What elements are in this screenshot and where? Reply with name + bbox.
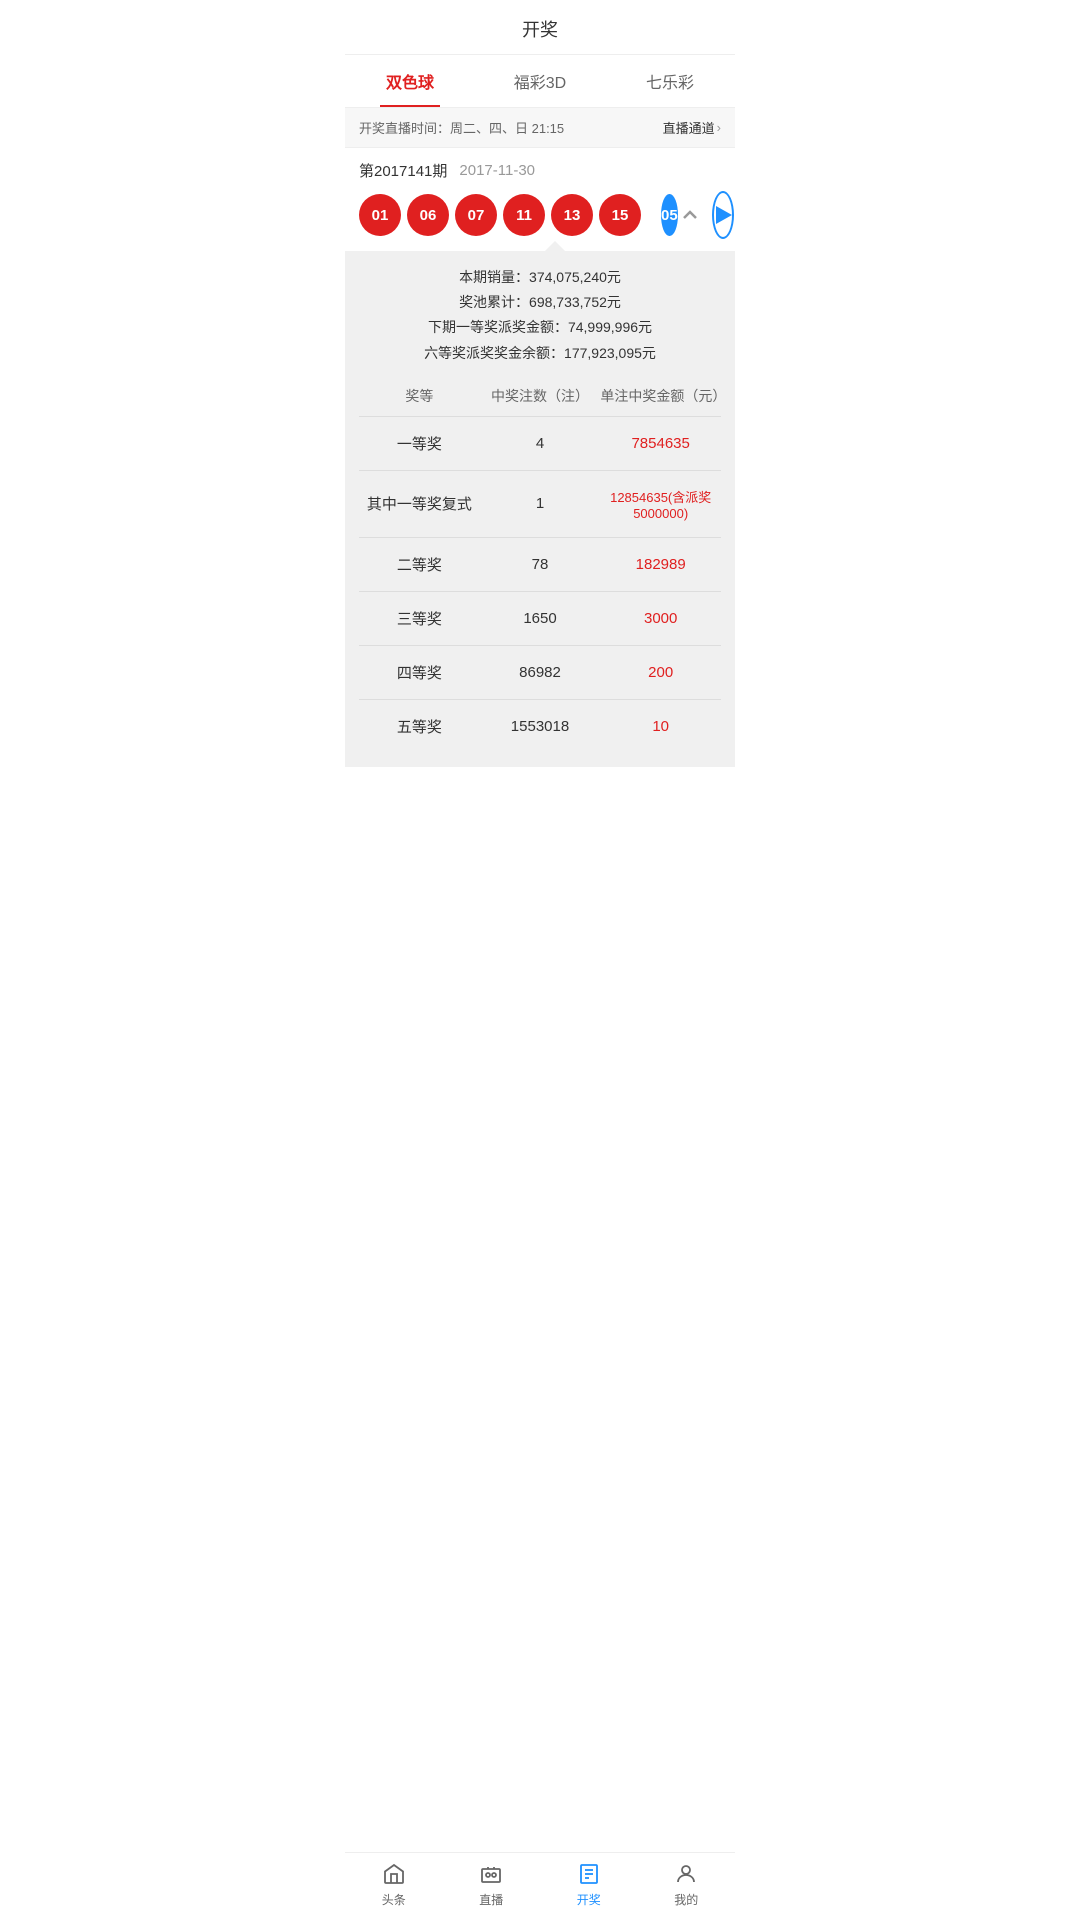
red-ball-5: 13 <box>551 194 593 236</box>
tab-bar: 双色球 福彩3D 七乐彩 <box>345 55 735 108</box>
tab-qilecai[interactable]: 七乐彩 <box>605 55 735 107</box>
prize-name-3: 三等奖 <box>359 608 480 629</box>
page-header: 开奖 <box>345 0 735 55</box>
prize-name-1: 一等奖 <box>359 433 480 454</box>
col-header-amount: 单注中奖金额（元） <box>600 386 721 406</box>
blue-ball: 05 <box>661 194 678 236</box>
prize-row-1: 一等奖 4 7854635 <box>359 417 721 471</box>
red-ball-3: 07 <box>455 194 497 236</box>
prize-count-1: 4 <box>480 435 601 452</box>
nav-label-headlines: 头条 <box>382 1891 406 1908</box>
col-header-prize: 奖等 <box>359 386 480 406</box>
period-label: 第2017141期 <box>359 160 447 181</box>
prize-name-5: 五等奖 <box>359 716 480 737</box>
numbers-row: 01 06 07 11 13 15 05 <box>359 191 721 251</box>
prize-amount-5: 10 <box>600 718 721 735</box>
prize-amount-2: 182989 <box>600 556 721 573</box>
live-channel-arrow-icon: › <box>717 120 721 135</box>
prize-count-2: 78 <box>480 556 601 573</box>
prize-table: 奖等 中奖注数（注） 单注中奖金额（元） 一等奖 4 7854635 其中一等奖… <box>359 376 721 753</box>
prize-name-4: 四等奖 <box>359 662 480 683</box>
period-row: 第2017141期 2017-11-30 <box>359 160 721 181</box>
tab-shuangseqiu[interactable]: 双色球 <box>345 55 475 107</box>
details-panel: 本期销量：374,075,240元 奖池累计：698,733,752元 下期一等… <box>345 251 735 767</box>
red-ball-2: 06 <box>407 194 449 236</box>
sales-line4: 六等奖派奖奖金余额：177,923,095元 <box>359 341 721 366</box>
prize-row-complex: 其中一等奖复式 1 12854635(含派奖5000000) <box>359 471 721 538</box>
col-header-count: 中奖注数（注） <box>480 386 601 406</box>
prize-count-4: 86982 <box>480 664 601 681</box>
bottom-navigation: 头条 直播 开奖 <box>345 1852 735 1920</box>
prize-amount-complex: 12854635(含派奖5000000) <box>600 487 721 521</box>
nav-label-mine: 我的 <box>674 1891 698 1908</box>
live-channel-button[interactable]: 直播通道 › <box>663 118 721 137</box>
nav-item-headlines[interactable]: 头条 <box>345 1861 443 1908</box>
live-bar: 开奖直播时间：周二、四、日 21:15 直播通道 › <box>345 108 735 148</box>
page-title: 开奖 <box>522 20 558 40</box>
red-balls-group: 01 06 07 11 13 15 <box>359 194 641 236</box>
prize-row-2: 二等奖 78 182989 <box>359 538 721 592</box>
prize-count-5: 1553018 <box>480 718 601 735</box>
nav-item-lottery[interactable]: 开奖 <box>540 1861 638 1908</box>
nav-item-mine[interactable]: 我的 <box>638 1861 736 1908</box>
nav-label-lottery: 开奖 <box>577 1891 601 1908</box>
prize-row-3: 三等奖 1650 3000 <box>359 592 721 646</box>
red-ball-6: 15 <box>599 194 641 236</box>
sales-line2: 奖池累计：698,733,752元 <box>359 290 721 315</box>
collapse-button[interactable] <box>678 199 702 231</box>
prize-row-4: 四等奖 86982 200 <box>359 646 721 700</box>
lottery-icon <box>576 1861 602 1887</box>
prize-amount-1: 7854635 <box>600 435 721 452</box>
prize-amount-4: 200 <box>600 664 721 681</box>
nav-item-live[interactable]: 直播 <box>443 1861 541 1908</box>
live-time: 开奖直播时间：周二、四、日 21:15 <box>359 118 564 137</box>
draw-section: 第2017141期 2017-11-30 01 06 07 11 13 15 0… <box>345 148 735 251</box>
nav-label-live: 直播 <box>479 1891 503 1908</box>
sales-line1: 本期销量：374,075,240元 <box>359 265 721 290</box>
prize-name-2: 二等奖 <box>359 554 480 575</box>
prize-count-complex: 1 <box>480 495 601 512</box>
prize-row-5: 五等奖 1553018 10 <box>359 700 721 753</box>
video-play-icon <box>716 206 732 224</box>
live-broadcast-icon <box>478 1861 504 1887</box>
red-ball-4: 11 <box>503 194 545 236</box>
prize-name-complex: 其中一等奖复式 <box>359 493 480 514</box>
prize-amount-3: 3000 <box>600 610 721 627</box>
home-icon <box>381 1861 407 1887</box>
sales-info: 本期销量：374,075,240元 奖池累计：698,733,752元 下期一等… <box>359 265 721 366</box>
period-date: 2017-11-30 <box>459 162 535 179</box>
red-ball-1: 01 <box>359 194 401 236</box>
video-button[interactable] <box>712 191 734 239</box>
user-icon <box>673 1861 699 1887</box>
prize-count-3: 1650 <box>480 610 601 627</box>
sales-line3: 下期一等奖派奖金额：74,999,996元 <box>359 315 721 340</box>
prize-table-header: 奖等 中奖注数（注） 单注中奖金额（元） <box>359 376 721 417</box>
tab-fucai3d[interactable]: 福彩3D <box>475 55 605 107</box>
